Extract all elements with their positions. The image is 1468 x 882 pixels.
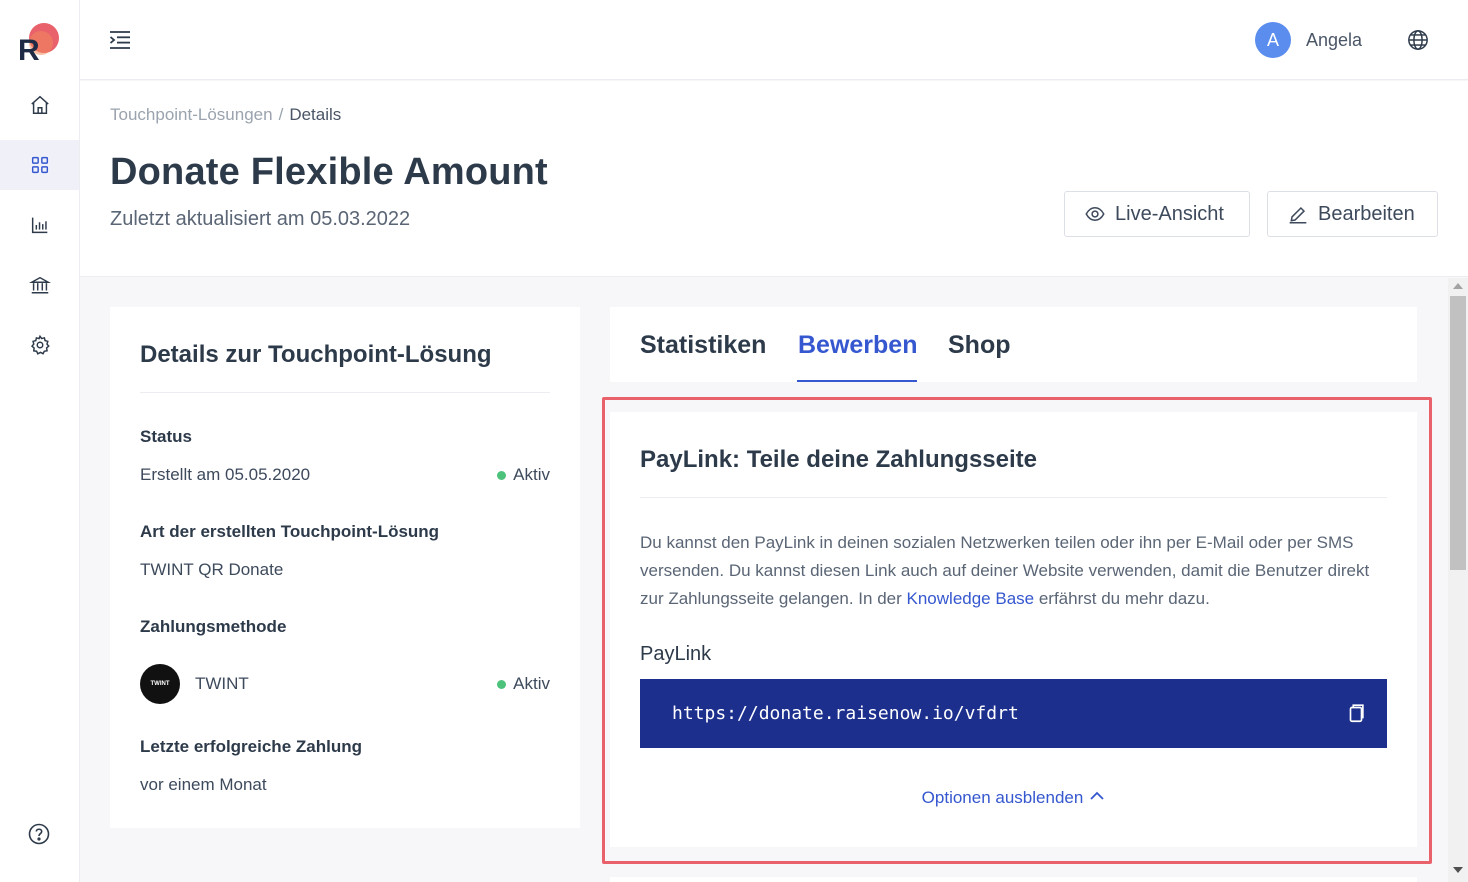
live-view-button[interactable]: Live-Ansicht xyxy=(1064,191,1250,237)
sidebar-item-touchpoints[interactable] xyxy=(0,140,79,190)
type-value: TWINT QR Donate xyxy=(140,560,284,579)
options-toggle[interactable]: Optionen ausblenden xyxy=(610,788,1417,808)
details-card: Details zur Touchpoint-Lösung Status Ers… xyxy=(110,307,580,828)
payment-status-badge: Aktiv xyxy=(497,674,550,694)
chart-icon xyxy=(31,217,47,234)
sidebar-item-bank[interactable] xyxy=(0,260,79,310)
paylink-description: Du kannst den PayLink in deinen sozialen… xyxy=(640,529,1390,613)
sidebar-item-settings[interactable] xyxy=(0,320,79,370)
last-payment-label: Letzte erfolgreiche Zahlung xyxy=(140,737,362,756)
status-label: Status xyxy=(140,427,192,446)
status-badge: Aktiv xyxy=(497,465,550,485)
grid-icon xyxy=(31,156,48,174)
home-icon xyxy=(30,95,49,114)
options-toggle-label: Optionen ausblenden xyxy=(921,788,1084,807)
divider xyxy=(140,392,550,393)
paylink-description-end: erfährst du mehr dazu. xyxy=(1034,589,1210,608)
bank-icon xyxy=(28,276,51,294)
breadcrumb-current: Details xyxy=(289,105,342,124)
page-header: Touchpoint-Lösungen / Details Donate Flexi… xyxy=(80,81,1468,277)
active-tab-indicator xyxy=(797,380,917,382)
payment-method-label: Zahlungsmethode xyxy=(140,617,287,636)
sidebar: R xyxy=(0,0,80,882)
eye-icon xyxy=(1085,206,1105,222)
help-icon[interactable] xyxy=(27,822,51,846)
last-updated: Zuletzt aktualisiert am 05.03.2022 xyxy=(110,208,411,230)
topbar: A Angela xyxy=(80,0,1468,80)
scrollbar-thumb[interactable] xyxy=(1450,296,1466,570)
avatar[interactable]: A xyxy=(1255,22,1291,58)
status-dot-icon xyxy=(497,679,507,689)
user-name[interactable]: Angela xyxy=(1306,30,1362,51)
globe-icon[interactable] xyxy=(1407,29,1429,51)
tab-shop[interactable]: Shop xyxy=(948,331,1011,360)
page-title: Donate Flexible Amount xyxy=(110,151,548,193)
gear-icon xyxy=(30,334,50,355)
breadcrumb-parent[interactable]: Touchpoint-Lösungen xyxy=(110,105,273,124)
twint-logo-text: TWINT xyxy=(150,681,170,687)
chevron-up-icon xyxy=(1090,791,1104,800)
paylink-title: PayLink: Teile deine Zahlungsseite xyxy=(640,446,1037,473)
menu-toggle-icon[interactable] xyxy=(108,28,132,52)
last-payment-value: vor einem Monat xyxy=(140,775,267,794)
paylink-card: PayLink: Teile deine Zahlungsseite Du ka… xyxy=(610,412,1417,847)
paylink-url-box[interactable]: https://donate.raisenow.io/vfdrt xyxy=(640,679,1387,748)
paylink-url[interactable]: https://donate.raisenow.io/vfdrt xyxy=(672,703,1019,724)
created-date: Erstellt am 05.05.2020 xyxy=(140,465,311,484)
knowledge-base-link[interactable]: Knowledge Base xyxy=(907,589,1035,608)
tab-statistiken[interactable]: Statistiken xyxy=(640,331,766,360)
twint-logo: TWINT xyxy=(140,664,180,704)
paylink-label: PayLink xyxy=(640,643,712,665)
status-dot-icon xyxy=(497,470,507,480)
breadcrumb-separator: / xyxy=(278,105,284,124)
raisenow-logo[interactable]: R xyxy=(18,20,62,67)
status-value: Aktiv xyxy=(513,465,550,484)
sidebar-item-analytics[interactable] xyxy=(0,200,79,250)
edit-button[interactable]: Bearbeiten xyxy=(1267,191,1438,237)
breadcrumb: Touchpoint-Lösungen / Details xyxy=(110,105,341,125)
svg-text:R: R xyxy=(18,34,40,64)
copy-icon[interactable] xyxy=(1345,702,1367,724)
payment-status-value: Aktiv xyxy=(513,674,550,693)
next-card xyxy=(610,877,1417,882)
details-title: Details zur Touchpoint-Lösung xyxy=(140,341,492,368)
edit-label: Bearbeiten xyxy=(1318,202,1415,225)
sidebar-item-home[interactable] xyxy=(0,80,79,130)
live-view-label: Live-Ansicht xyxy=(1115,202,1224,225)
tab-bewerben[interactable]: Bewerben xyxy=(798,331,917,360)
payment-method-name: TWINT xyxy=(195,674,249,693)
scroll-down-arrow-icon[interactable] xyxy=(1453,867,1463,873)
tab-bar: Statistiken Bewerben Shop xyxy=(610,307,1417,382)
scroll-up-arrow-icon[interactable] xyxy=(1453,283,1463,289)
pencil-icon xyxy=(1289,206,1307,224)
divider xyxy=(640,497,1387,498)
type-label: Art der erstellten Touchpoint-Lösung xyxy=(140,522,440,541)
